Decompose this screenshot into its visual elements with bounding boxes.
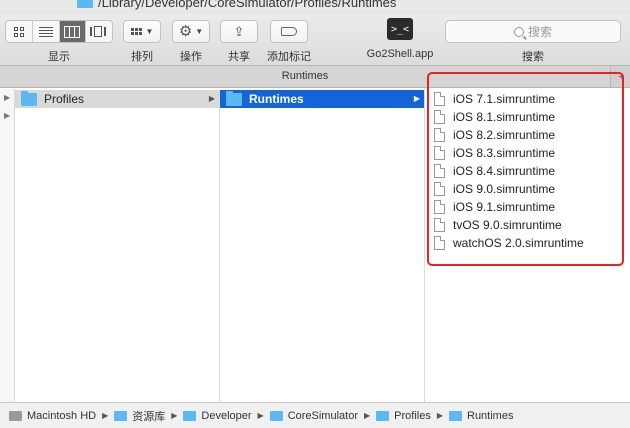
column-view-icon — [64, 25, 81, 38]
list-item-label: watchOS 2.0.simruntime — [453, 236, 584, 250]
arrange-icon: ▼ — [130, 26, 154, 36]
arrange-button[interactable]: ▼ — [123, 20, 161, 43]
arrange-label: 排列 — [131, 51, 153, 63]
window-title: /Library/Developer/CoreSimulator/Profile… — [98, 0, 397, 10]
tags-button[interactable] — [270, 20, 308, 43]
breadcrumb-item[interactable]: Macintosh HD — [27, 410, 96, 422]
chevron-right-icon: ▶ — [102, 411, 109, 420]
chevron-right-icon: ▶ — [171, 411, 178, 420]
view-label: 显示 — [48, 51, 70, 63]
terminal-icon: >_< — [390, 23, 410, 35]
list-item[interactable]: Runtimes ▶ — [220, 90, 424, 108]
search-field[interactable]: 搜索 — [445, 20, 621, 43]
window-titlebar: /Library/Developer/CoreSimulator/Profile… — [0, 0, 630, 14]
chevron-right-icon: ▶ — [436, 411, 443, 420]
list-item[interactable]: watchOS 2.0.simruntime — [425, 234, 630, 252]
list-item-label: iOS 8.2.simruntime — [453, 128, 556, 142]
list-item-label: iOS 7.1.simruntime — [453, 92, 556, 106]
list-item[interactable]: iOS 8.4.simruntime — [425, 162, 630, 180]
share-label: 共享 — [228, 51, 250, 63]
list-item-label: iOS 8.4.simruntime — [453, 164, 556, 178]
document-icon — [434, 146, 445, 160]
folder-icon — [449, 410, 462, 421]
list-item[interactable]: iOS 9.0.simruntime — [425, 180, 630, 198]
list-item-label: Profiles — [44, 92, 85, 106]
list-item-label: Runtimes — [249, 92, 304, 106]
list-view-button[interactable] — [33, 21, 60, 42]
list-item-label: iOS 8.1.simruntime — [453, 110, 556, 124]
column-browser: ▶ ▶ Profiles ▶ Runtimes ▶ iOS 7.1.simrun… — [0, 89, 630, 402]
disclosure-triangle-icon[interactable]: ▶ — [4, 94, 10, 102]
coverflow-view-button[interactable] — [86, 21, 112, 42]
coverflow-view-icon — [90, 26, 108, 37]
folder-icon — [183, 410, 197, 421]
breadcrumb-item[interactable]: 资源库 — [132, 408, 165, 424]
breadcrumb-item[interactable]: Developer — [201, 410, 251, 422]
list-view-icon — [38, 26, 53, 37]
gear-icon: ⚙ — [178, 23, 193, 40]
list-item[interactable]: iOS 8.3.simruntime — [425, 144, 630, 162]
list-item[interactable]: iOS 8.1.simruntime — [425, 108, 630, 126]
column-sidebar-stub: ▶ ▶ — [0, 89, 15, 402]
breadcrumb-item[interactable]: Profiles — [394, 410, 431, 422]
action-label: 操作 — [180, 51, 202, 63]
list-item[interactable]: Profiles ▶ — [15, 90, 219, 108]
list-item[interactable]: iOS 9.1.simruntime — [425, 198, 630, 216]
tag-icon — [281, 27, 297, 36]
chevron-down-icon: ▼ — [195, 26, 204, 36]
folder-icon — [226, 90, 242, 106]
action-button[interactable]: ⚙ ▼ — [172, 20, 210, 43]
go2shell-button[interactable]: >_< — [387, 18, 413, 40]
column-runtimes: iOS 7.1.simruntime iOS 8.1.simruntime iO… — [425, 89, 630, 402]
folder-icon — [21, 90, 37, 106]
search-icon — [513, 26, 524, 37]
folder-icon — [77, 0, 93, 8]
document-icon — [434, 200, 445, 214]
breadcrumb-item[interactable]: Runtimes — [467, 410, 513, 422]
view-mode-segmented-control[interactable] — [5, 20, 113, 43]
document-icon — [434, 218, 445, 232]
plus-icon: + — [618, 71, 625, 83]
document-icon — [434, 182, 445, 196]
chevron-right-icon: ▶ — [413, 94, 420, 103]
icon-view-icon — [13, 26, 24, 37]
chevron-right-icon: ▶ — [208, 94, 215, 103]
column-view-button[interactable] — [59, 21, 87, 42]
search-label: 搜索 — [522, 51, 544, 63]
share-button[interactable]: ⇪ — [220, 20, 258, 43]
list-item[interactable]: iOS 7.1.simruntime — [425, 90, 630, 108]
tab-bar: Runtimes + — [0, 66, 630, 88]
document-icon — [434, 164, 445, 178]
disclosure-triangle-icon[interactable]: ▶ — [4, 112, 10, 120]
column-profiles: Runtimes ▶ — [220, 89, 425, 402]
share-icon: ⇪ — [233, 24, 245, 39]
chevron-down-icon: ▼ — [145, 26, 154, 36]
path-bar: Macintosh HD ▶ 资源库 ▶ Developer ▶ CoreSim… — [0, 402, 630, 428]
go2shell-label: Go2Shell.app — [366, 48, 434, 60]
document-icon — [434, 236, 445, 250]
column-core-simulator: Profiles ▶ — [15, 89, 220, 402]
breadcrumb-item[interactable]: CoreSimulator — [288, 410, 358, 422]
hard-drive-icon — [9, 410, 22, 421]
list-item[interactable]: iOS 8.2.simruntime — [425, 126, 630, 144]
list-item-label: iOS 8.3.simruntime — [453, 146, 556, 160]
folder-icon — [114, 410, 128, 421]
list-item-label: iOS 9.1.simruntime — [453, 200, 556, 214]
document-icon — [434, 92, 445, 106]
document-icon — [434, 110, 445, 124]
icon-view-button[interactable] — [6, 21, 33, 42]
tags-label: 添加标记 — [267, 51, 311, 63]
list-item[interactable]: tvOS 9.0.simruntime — [425, 216, 630, 234]
document-icon — [434, 128, 445, 142]
chevron-right-icon: ▶ — [364, 411, 371, 420]
list-item-label: iOS 9.0.simruntime — [453, 182, 556, 196]
tab-runtimes[interactable]: Runtimes — [0, 70, 610, 82]
new-tab-button[interactable]: + — [610, 66, 630, 87]
folder-icon — [376, 410, 390, 421]
chevron-right-icon: ▶ — [257, 411, 264, 420]
toolbar: 显示 ▼ 排列 ⚙ ▼ 操作 ⇪ 共享 添加标记 >_< Go2Shell.ap… — [0, 14, 630, 66]
folder-icon — [269, 410, 283, 421]
search-placeholder: 搜索 — [527, 25, 552, 39]
list-item-label: tvOS 9.0.simruntime — [453, 218, 562, 232]
